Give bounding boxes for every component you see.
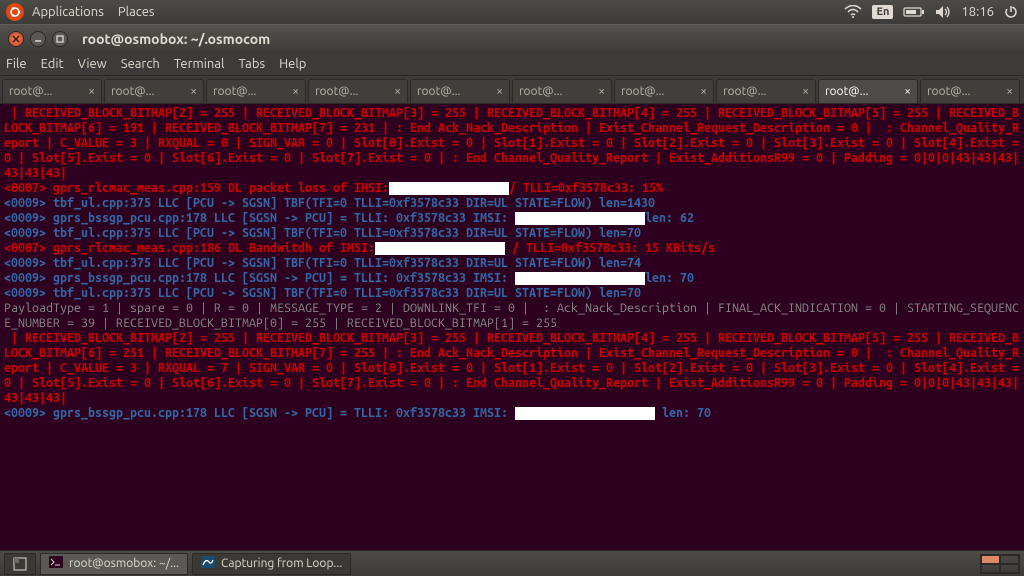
tab-close-icon[interactable]: × <box>802 85 809 98</box>
top-panel: Applications Places En 18:16 <box>0 0 1024 24</box>
menu-file[interactable]: File <box>6 57 27 71</box>
language-indicator[interactable]: En <box>872 5 893 19</box>
taskbar-item-wireshark[interactable]: Capturing from Loop... <box>192 553 351 575</box>
clock[interactable]: 18:16 <box>961 5 994 19</box>
redacted-region <box>515 272 645 285</box>
terminal-tab[interactable]: root@... × <box>104 79 204 103</box>
places-menu[interactable]: Places <box>118 5 155 19</box>
terminal-tab[interactable]: root@... × <box>920 79 1020 103</box>
tab-label: root@... <box>519 85 592 98</box>
menubar: File Edit View Search Terminal Tabs Help <box>0 52 1024 76</box>
tab-close-icon[interactable]: × <box>700 85 707 98</box>
taskbar-item-label: Capturing from Loop... <box>221 557 342 570</box>
window-minimize-button[interactable] <box>30 31 46 47</box>
terminal-line: <0009> gprs_bssgp_pcu.cpp:178 LLC [SGSN … <box>4 271 1020 286</box>
window-titlebar[interactable]: root@osmobox: ~/.osmocom <box>0 24 1024 52</box>
tab-bar: root@...×root@...×root@...×root@...×root… <box>0 76 1024 104</box>
window-title: root@osmobox: ~/.osmocom <box>82 31 270 47</box>
terminal-tab[interactable]: root@... × <box>410 79 510 103</box>
taskbar-item-label: root@osmobox: ~/... <box>69 557 179 570</box>
volume-icon[interactable] <box>935 5 951 19</box>
tab-label: root@... <box>927 85 1000 98</box>
window-maximize-button[interactable] <box>52 31 68 47</box>
bottom-panel: root@osmobox: ~/... Capturing from Loop.… <box>0 550 1024 576</box>
terminal-tab[interactable]: root@... × <box>614 79 714 103</box>
window-close-button[interactable] <box>8 31 24 47</box>
terminal-tab[interactable]: root@... × <box>818 79 918 103</box>
redacted-region <box>515 212 645 225</box>
wireshark-icon <box>201 556 215 571</box>
menu-search[interactable]: Search <box>121 57 160 71</box>
tab-label: root@... <box>9 85 82 98</box>
tab-close-icon[interactable]: × <box>292 85 299 98</box>
menu-help[interactable]: Help <box>279 57 306 71</box>
tab-close-icon[interactable]: × <box>1006 85 1013 98</box>
terminal-output[interactable]: | RECEIVED_BLOCK_BITMAP[2] = 255 | RECEI… <box>0 104 1024 550</box>
menu-tabs[interactable]: Tabs <box>238 57 265 71</box>
tab-label: root@... <box>621 85 694 98</box>
terminal-line: <0007> gprs_rlcmac_meas.cpp:186 DL Bandw… <box>4 241 1020 256</box>
battery-icon[interactable] <box>903 6 925 18</box>
power-icon[interactable] <box>1004 5 1018 19</box>
redacted-region <box>515 407 655 420</box>
ubuntu-logo-icon[interactable] <box>6 3 24 21</box>
tab-label: root@... <box>417 85 490 98</box>
terminal-icon <box>49 556 63 571</box>
terminal-line: PayloadType = 1 | spare = 0 | R = 0 | ME… <box>4 301 1020 331</box>
terminal-window: root@osmobox: ~/.osmocom File Edit View … <box>0 24 1024 550</box>
tab-label: root@... <box>723 85 796 98</box>
terminal-line: <0009> tbf_ul.cpp:375 LLC [PCU -> SGSN] … <box>4 226 1020 241</box>
terminal-line: <0009> gprs_bssgp_pcu.cpp:178 LLC [SGSN … <box>4 406 1020 421</box>
tab-label: root@... <box>825 85 898 98</box>
menu-terminal[interactable]: Terminal <box>174 57 225 71</box>
tab-label: root@... <box>213 85 286 98</box>
tab-close-icon[interactable]: × <box>904 85 911 98</box>
tab-label: root@... <box>315 85 388 98</box>
terminal-tab[interactable]: root@... × <box>308 79 408 103</box>
tab-close-icon[interactable]: × <box>394 85 401 98</box>
terminal-line: | RECEIVED_BLOCK_BITMAP[2] = 255 | RECEI… <box>4 331 1020 406</box>
terminal-tab[interactable]: root@... × <box>716 79 816 103</box>
terminal-tab[interactable]: root@... × <box>2 79 102 103</box>
terminal-line: | RECEIVED_BLOCK_BITMAP[2] = 255 | RECEI… <box>4 106 1020 181</box>
workspace-switcher[interactable] <box>980 554 1020 574</box>
tab-close-icon[interactable]: × <box>88 85 95 98</box>
menu-view[interactable]: View <box>78 57 107 71</box>
tab-close-icon[interactable]: × <box>496 85 503 98</box>
redacted-region <box>389 182 509 195</box>
menu-edit[interactable]: Edit <box>41 57 64 71</box>
terminal-tab[interactable]: root@... × <box>512 79 612 103</box>
tab-close-icon[interactable]: × <box>598 85 605 98</box>
taskbar-item-terminal[interactable]: root@osmobox: ~/... <box>40 553 188 575</box>
terminal-line: <0009> gprs_bssgp_pcu.cpp:178 LLC [SGSN … <box>4 211 1020 226</box>
tab-label: root@... <box>111 85 184 98</box>
applications-menu[interactable]: Applications <box>32 5 104 19</box>
redacted-region <box>375 242 505 255</box>
tab-close-icon[interactable]: × <box>190 85 197 98</box>
terminal-line: <0009> tbf_ul.cpp:375 LLC [PCU -> SGSN] … <box>4 196 1020 211</box>
terminal-line: <0009> tbf_ul.cpp:375 LLC [PCU -> SGSN] … <box>4 256 1020 271</box>
terminal-line: <0007> gprs_rlcmac_meas.cpp:159 DL packe… <box>4 181 1020 196</box>
show-desktop-button[interactable] <box>4 553 36 575</box>
wifi-icon[interactable] <box>844 5 862 19</box>
terminal-tab[interactable]: root@... × <box>206 79 306 103</box>
terminal-line: <0009> tbf_ul.cpp:375 LLC [PCU -> SGSN] … <box>4 286 1020 301</box>
